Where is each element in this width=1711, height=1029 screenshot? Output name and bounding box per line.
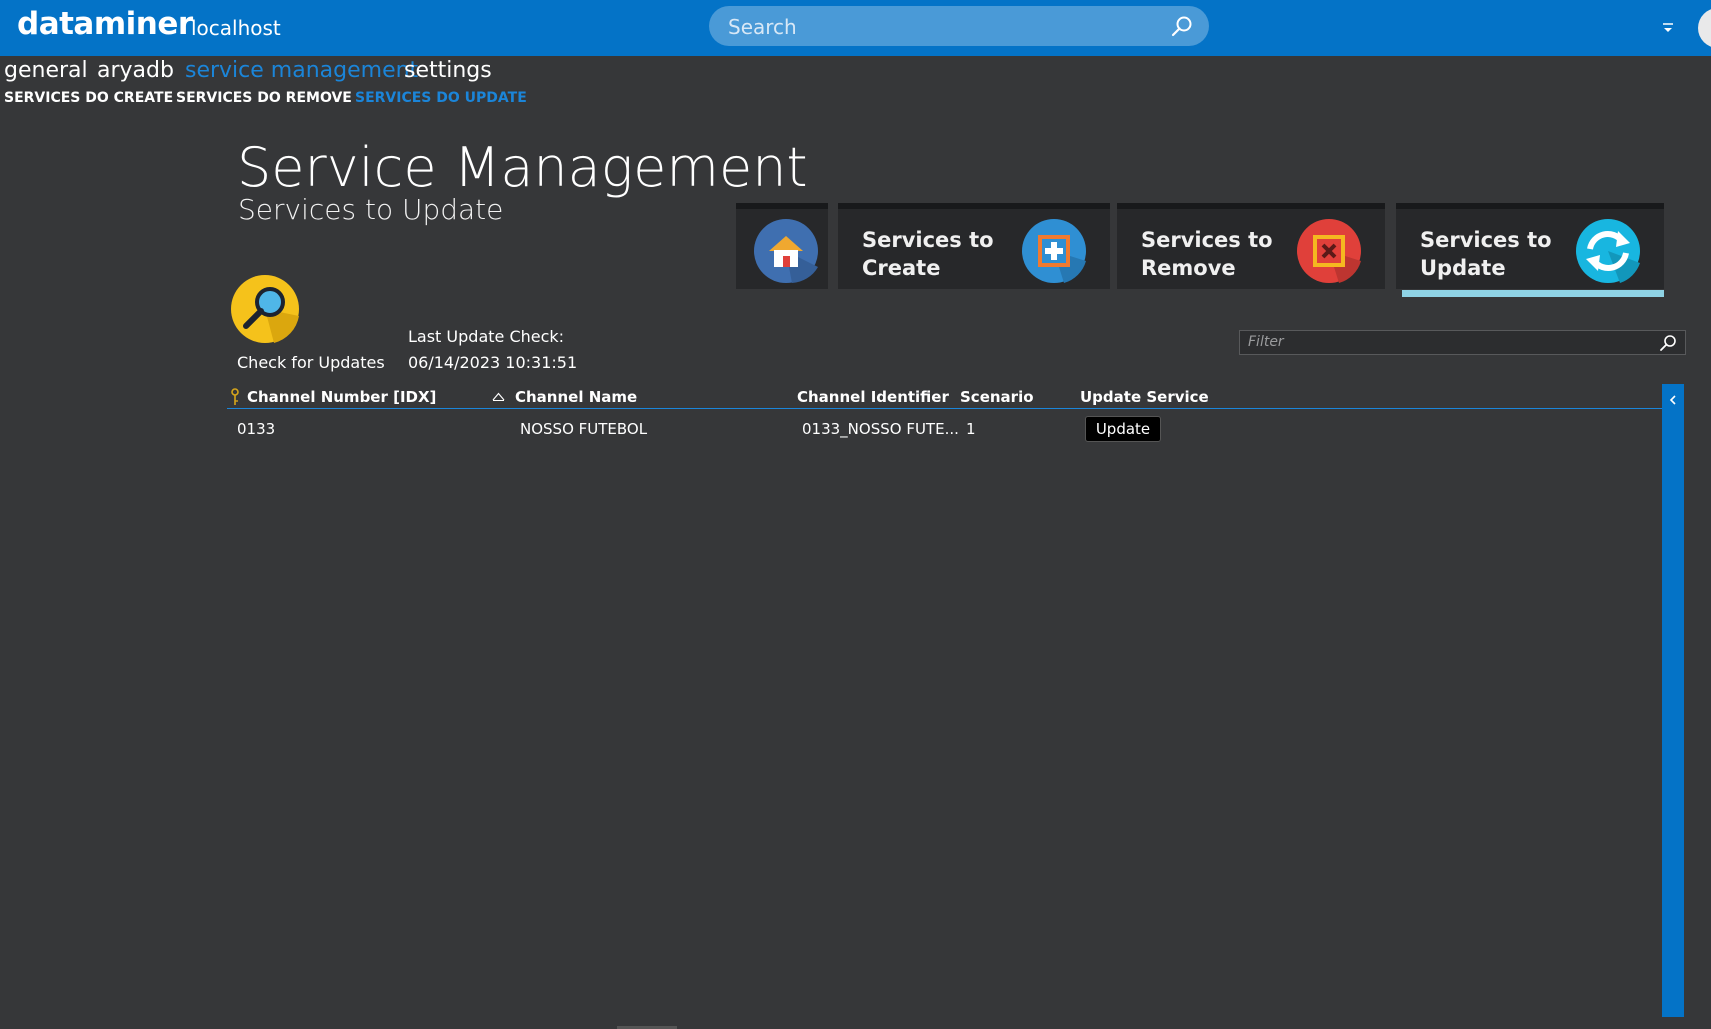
tab-general[interactable]: general	[4, 58, 88, 83]
table-header: Channel Number [IDX] Channel Name Channe…	[227, 384, 1662, 409]
tab-aryadb[interactable]: aryadb	[97, 58, 174, 83]
cell-channel-identifier: 0133_NOSSO FUTE...	[802, 420, 959, 438]
tile-label: Create	[862, 256, 941, 280]
plus-icon	[1022, 219, 1086, 283]
tab-service-management[interactable]: service management	[185, 58, 418, 83]
cell-channel-name: NOSSO FUTEBOL	[520, 420, 648, 438]
tile-label: Services to	[1141, 228, 1273, 252]
tile-label: Services to	[862, 228, 994, 252]
search-bar[interactable]: Search	[709, 6, 1209, 46]
refresh-icon	[1576, 219, 1640, 283]
table-row[interactable]: 0133 NOSSO FUTEBOL 0133_NOSSO FUTE... 1 …	[227, 415, 1662, 445]
subtab-services-do-remove[interactable]: SERVICES DO REMOVE	[176, 90, 352, 106]
cell-scenario: 1	[966, 420, 976, 438]
filter-input[interactable]: Filter	[1248, 334, 1284, 350]
chevron-left-icon	[1669, 395, 1676, 405]
column-header-channel-number[interactable]: Channel Number [IDX]	[247, 388, 436, 406]
column-header-channel-name[interactable]: Channel Name	[515, 388, 637, 406]
dropdown-menu-icon[interactable]	[1660, 18, 1676, 36]
host-name: localhost	[191, 16, 281, 40]
home-tile[interactable]	[736, 203, 828, 289]
tile-label: Update	[1420, 256, 1506, 280]
remove-icon	[1297, 219, 1361, 283]
column-header-scenario[interactable]: Scenario	[960, 388, 1034, 406]
tile-label: Services to	[1420, 228, 1552, 252]
home-icon	[754, 219, 818, 283]
page-subtitle: Services to Update	[238, 193, 504, 226]
last-update-check-label: Last Update Check:	[408, 327, 565, 346]
collapse-side-panel[interactable]	[1662, 384, 1684, 1017]
check-for-updates-icon[interactable]	[230, 274, 300, 344]
tab-settings[interactable]: settings	[404, 58, 492, 83]
services-to-remove-tile[interactable]: Services to Remove	[1117, 203, 1385, 289]
check-for-updates-label[interactable]: Check for Updates	[237, 353, 385, 372]
column-header-update-service[interactable]: Update Service	[1080, 388, 1209, 406]
update-button[interactable]: Update	[1085, 416, 1161, 442]
services-to-create-tile[interactable]: Services to Create	[838, 203, 1110, 289]
page-title: Service Management	[237, 136, 808, 199]
search-icon[interactable]	[1171, 15, 1193, 37]
subtab-services-do-update[interactable]: SERVICES DO UPDATE	[355, 90, 527, 106]
services-to-update-tile[interactable]: Services to Update	[1396, 203, 1664, 297]
user-avatar[interactable]	[1698, 8, 1711, 48]
key-icon	[231, 388, 239, 405]
top-bar: dataminer localhost Search	[0, 0, 1711, 56]
column-header-channel-identifier[interactable]: Channel Identifier	[797, 388, 949, 406]
cell-channel-number: 0133	[237, 420, 276, 438]
app-logo[interactable]: dataminer	[17, 6, 193, 42]
sort-ascending-icon[interactable]	[492, 392, 505, 401]
subtab-services-do-create[interactable]: SERVICES DO CREATE	[4, 90, 173, 106]
filter-box[interactable]: Filter	[1239, 330, 1686, 355]
tile-label: Remove	[1141, 256, 1236, 280]
search-icon[interactable]	[1659, 334, 1677, 352]
search-input[interactable]: Search	[728, 15, 797, 39]
last-update-check-value: 06/14/2023 10:31:51	[408, 353, 578, 372]
